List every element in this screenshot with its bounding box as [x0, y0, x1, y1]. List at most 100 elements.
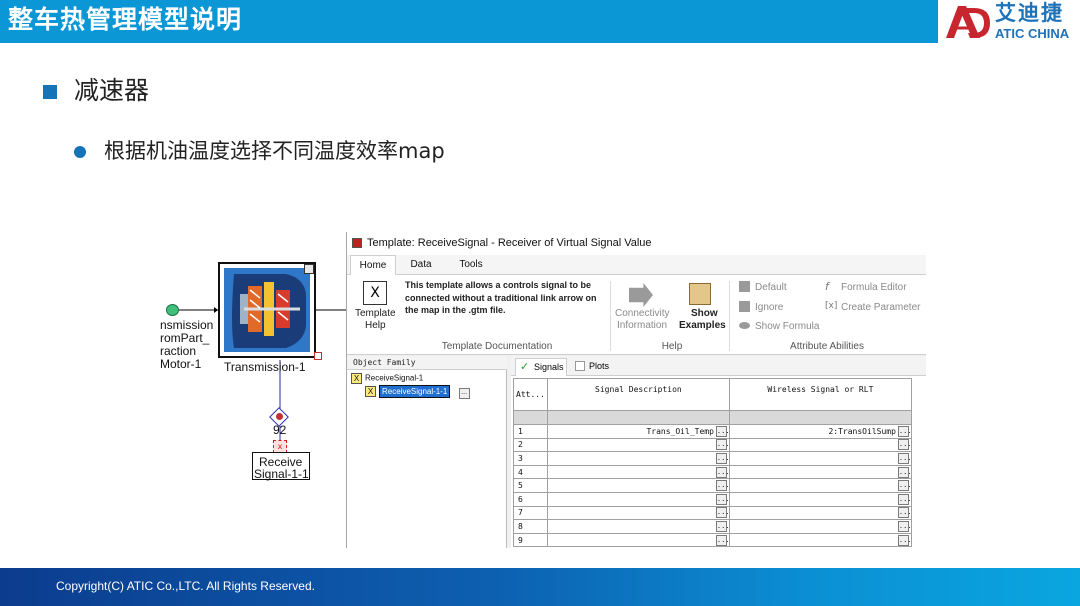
col-wireless-header[interactable]: Wireless Signal or RLT — [728, 378, 912, 411]
band-cell — [728, 410, 912, 425]
tab-tools[interactable]: Tools — [449, 255, 493, 275]
transmission-component[interactable] — [218, 262, 316, 358]
table-row: 9 ... ... — [513, 532, 912, 548]
connectivity-label-2: Information — [617, 320, 668, 331]
table-row: 5 ... ... — [513, 478, 912, 493]
template-x-icon: X — [351, 373, 362, 384]
grid-tabs: ✓ Signals Plots — [511, 356, 926, 376]
tab-plots[interactable]: Plots — [571, 358, 617, 376]
tab-plots-label: Plots — [589, 361, 610, 371]
tab-signals[interactable]: ✓ Signals — [515, 358, 567, 376]
formula-icon: f — [825, 280, 829, 293]
wireless-signal-cell[interactable]: ... — [728, 451, 912, 466]
cell-browse-button[interactable]: ... — [897, 452, 912, 464]
tree-child-item[interactable]: X ReceiveSignal-1-1 ... — [365, 384, 470, 399]
wireless-signal-cell[interactable]: ... — [728, 491, 912, 507]
show-examples-label-2: Examples — [679, 320, 726, 331]
examples-box-icon — [689, 283, 711, 305]
cell-browse-button[interactable]: ... — [897, 466, 912, 478]
signal-description-value: Trans_Oil_Temp — [646, 426, 714, 436]
row-number: 4 — [513, 464, 548, 480]
template-help-button[interactable]: X Template Help — [353, 279, 401, 335]
page-title: 整车热管理模型说明 — [8, 5, 243, 34]
parameter-icon: [x] — [825, 301, 838, 311]
section-heading: 减速器 — [74, 76, 150, 105]
wireless-signal-cell[interactable]: ... — [728, 437, 912, 453]
cell-browse-button[interactable]: ... — [897, 507, 912, 519]
tab-home[interactable]: Home — [350, 255, 396, 276]
row-number: 1 — [513, 424, 548, 439]
cell-browse-button[interactable]: ... — [715, 520, 730, 532]
cell-browse-button[interactable]: ... — [897, 493, 912, 505]
signal-description-cell[interactable]: Trans_Oil_Temp... — [546, 424, 730, 439]
connectivity-button[interactable]: Connectivity Information — [613, 279, 673, 335]
cell-browse-button[interactable]: ... — [897, 534, 912, 546]
component-settings-icon[interactable] — [304, 264, 314, 274]
tree-root-label: ReceiveSignal-1 — [365, 373, 424, 383]
object-family-panel: Object Family X ReceiveSignal-1 X ReceiveS… — [347, 356, 507, 548]
cell-browse-button[interactable]: ... — [715, 425, 730, 437]
tab-data[interactable]: Data — [401, 255, 441, 275]
object-family-header: Object Family — [347, 356, 507, 370]
sensor-node-icon[interactable] — [166, 304, 179, 316]
ignore-button[interactable]: Ignore — [739, 301, 809, 315]
signal-description-cell[interactable]: ... — [546, 519, 730, 534]
cell-browse-button[interactable]: ... — [715, 534, 730, 546]
atic-logo-icon — [946, 6, 990, 38]
transmission-label: Transmission-1 — [224, 360, 306, 374]
signals-panel: ✓ Signals Plots Att... Signal Descriptio… — [511, 356, 926, 548]
signals-table: Att... Signal Description Wireless Signa… — [513, 378, 912, 548]
signal-description-cell[interactable]: ... — [546, 491, 730, 507]
cell-browse-button[interactable]: ... — [715, 507, 730, 519]
row-number: 5 — [513, 478, 548, 493]
wireless-signal-value: 2:TransOilSump — [828, 426, 896, 436]
col-desc-header[interactable]: Signal Description — [546, 378, 730, 411]
row-number: 9 — [513, 532, 548, 548]
signal-description-cell[interactable]: ... — [546, 437, 730, 453]
row-number: 2 — [513, 437, 548, 453]
component-corner-icon — [314, 352, 322, 360]
cell-browse-button[interactable]: ... — [715, 439, 730, 451]
cell-browse-button[interactable]: ... — [715, 480, 730, 492]
wireless-signal-cell[interactable]: ... — [728, 519, 912, 534]
wireless-signal-cell[interactable]: ... — [728, 532, 912, 548]
tab-signals-label: Signals — [534, 362, 564, 372]
wireless-signal-cell[interactable]: ... — [728, 505, 912, 521]
tree-root-item[interactable]: X ReceiveSignal-1 — [351, 373, 423, 384]
band-cell — [546, 410, 730, 425]
tree-child-label[interactable]: ReceiveSignal-1-1 — [379, 384, 451, 398]
signal-description-cell[interactable]: ... — [546, 532, 730, 548]
template-help-icon: X — [363, 281, 387, 305]
row-number: 6 — [513, 491, 548, 507]
formula-editor-button[interactable]: f Formula Editor — [825, 280, 925, 295]
cell-browse-button[interactable]: ... — [715, 466, 730, 478]
cell-browse-button[interactable]: ... — [715, 493, 730, 505]
cell-browse-button[interactable]: ... — [715, 452, 730, 464]
signal-description-cell[interactable]: ... — [546, 451, 730, 466]
default-icon — [739, 281, 750, 292]
wireless-signal-cell[interactable]: ... — [728, 478, 912, 493]
show-examples-button[interactable]: Show Examples — [677, 279, 726, 335]
wireless-signal-cell[interactable]: ... — [728, 464, 912, 480]
band-cell — [513, 410, 548, 425]
model-map-canvas[interactable]: nsmission romPart_ raction Motor-1 Trans… — [160, 232, 346, 548]
cell-browse-button[interactable]: ... — [897, 480, 912, 492]
col-att-header[interactable]: Att... — [513, 378, 548, 411]
header-bar: 整车热管理模型说明 艾迪捷 ATIC CHINA — [0, 0, 1080, 43]
object-browse-button[interactable]: ... — [458, 387, 470, 399]
show-formula-button[interactable]: Show Formula — [739, 320, 829, 334]
signal-description-cell[interactable]: ... — [546, 505, 730, 521]
left-label-2: romPart_ — [160, 331, 210, 345]
cell-browse-button[interactable]: ... — [897, 520, 912, 532]
gearbox-icon — [224, 268, 310, 352]
table-row: 1 Trans_Oil_Temp... 2:TransOilSump... — [513, 424, 912, 439]
cell-browse-button[interactable]: ... — [897, 425, 912, 437]
wireless-signal-cell[interactable]: 2:TransOilSump... — [728, 424, 912, 439]
table-row: 4 ... ... — [513, 464, 912, 480]
default-button[interactable]: Default — [739, 281, 809, 295]
cell-browse-button[interactable]: ... — [897, 439, 912, 451]
signal-description-cell[interactable]: ... — [546, 478, 730, 493]
create-parameter-button[interactable]: [x] Create Parameter — [825, 301, 926, 315]
heading-bullet-square — [43, 85, 57, 99]
signal-description-cell[interactable]: ... — [546, 464, 730, 480]
